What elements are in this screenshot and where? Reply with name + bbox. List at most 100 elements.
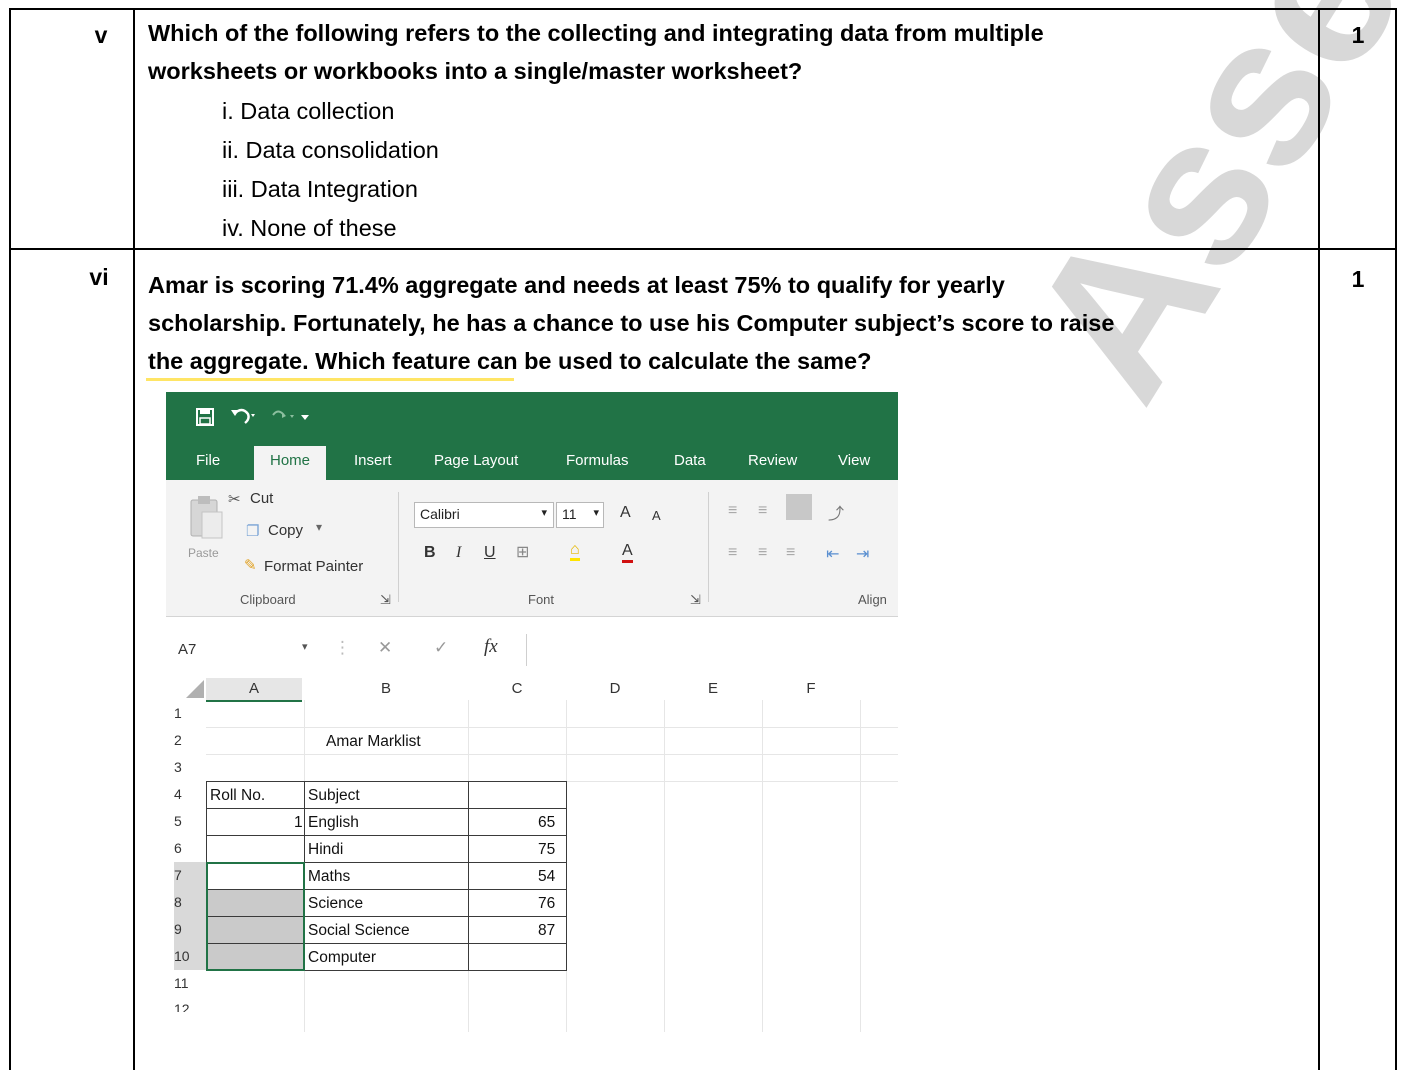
copy-icon[interactable]: ❐ [246,522,259,540]
align-bottom-icon[interactable] [786,494,812,520]
paste-label[interactable]: Paste [188,546,219,560]
italic-button[interactable]: I [456,544,461,562]
ribbon-tabs: File Home Insert Page Layout Formulas Da… [166,444,898,480]
excel-title-bar [166,392,898,444]
active-cell-border[interactable] [206,862,305,971]
tab-data[interactable]: Data [674,452,706,469]
question-marks: 1 [1351,266,1365,292]
cell-b5[interactable]: English [308,814,359,832]
column-header-e[interactable]: E [664,678,762,700]
cell-a4[interactable]: Roll No. [210,787,265,805]
row-header[interactable]: 5 [174,808,206,835]
font-group-label: Font [528,592,555,607]
underline-button[interactable]: U [484,544,496,562]
font-family-select[interactable]: Calibri ▾ [414,502,554,528]
question-marks: 1 [1351,22,1365,48]
cell-c6[interactable]: 75 [538,841,555,859]
ribbon-separator [708,492,709,602]
decrease-indent-icon[interactable]: ⇤ [826,544,839,564]
formula-input[interactable] [526,634,898,666]
format-painter-icon[interactable]: ✎ [244,556,257,574]
table-right-border [1395,8,1397,1070]
tab-home[interactable]: Home [254,446,327,480]
table-border [206,835,566,836]
ribbon-separator [398,492,399,602]
grow-font-button[interactable]: A [620,504,631,522]
align-middle-icon[interactable]: ≡ [758,502,767,520]
copy-dropdown-icon[interactable]: ▾ [316,520,322,534]
row-header[interactable]: 9 [174,916,206,943]
tab-formulas[interactable]: Formulas [566,452,629,469]
orientation-icon[interactable]: ⤴ [828,500,844,524]
copy-button[interactable]: Copy [268,522,303,539]
cell-c7[interactable]: 54 [538,868,555,886]
tab-view[interactable]: View [838,452,870,469]
row-header[interactable]: 7 [174,862,206,889]
cell-b8[interactable]: Science [308,895,363,913]
column-header-d[interactable]: D [566,678,664,700]
cut-button[interactable]: Cut [250,490,273,507]
cell-a5[interactable]: 1 [294,814,303,832]
chevron-down-icon: ▾ [541,507,547,519]
align-left-icon[interactable]: ≡ [728,544,737,562]
row-header[interactable]: 2 [174,727,206,754]
undo-icon[interactable] [230,406,256,426]
excel-screenshot: File Home Insert Page Layout Formulas Da… [166,392,898,1032]
align-right-icon[interactable]: ≡ [786,544,795,562]
insert-function-button[interactable]: fx [484,636,498,658]
row-header[interactable]: 12 [174,1000,206,1012]
customize-icon[interactable] [300,414,310,422]
enter-icon[interactable]: ✓ [434,638,448,658]
tab-page-layout[interactable]: Page Layout [434,452,518,469]
cell-c5[interactable]: 65 [538,814,555,832]
row-header[interactable]: 4 [174,781,206,808]
row-header[interactable]: 3 [174,754,206,781]
format-painter-button[interactable]: Format Painter [264,558,363,575]
cell-c8[interactable]: 76 [538,895,555,913]
bold-button[interactable]: B [424,544,436,562]
font-launcher-icon[interactable]: ⇲ [690,592,701,608]
column-header-f[interactable]: F [762,678,860,700]
cell-b10[interactable]: Computer [308,949,376,967]
ribbon: Paste ✂ Cut ❐ Copy ▾ ✎ Format Painter Cl… [166,480,898,617]
column-header-a[interactable]: A [206,678,302,702]
row-header[interactable]: 10 [174,943,206,970]
name-box-dropdown-icon[interactable]: ▾ [302,640,308,653]
row-header[interactable]: 6 [174,835,206,862]
cell-b4[interactable]: Subject [308,787,360,805]
name-box[interactable]: A7 [172,635,306,665]
tab-file[interactable]: File [196,452,220,469]
font-color-button[interactable]: A [622,542,633,563]
cancel-icon[interactable]: ✕ [378,638,392,658]
borders-icon[interactable]: ⊞ [516,542,529,562]
column-header-c[interactable]: C [468,678,566,700]
question-text: Which of the following refers to the col… [148,14,1044,90]
font-size-select[interactable]: 11 ▾ [556,502,604,528]
shrink-font-button[interactable]: A [652,508,661,523]
select-all-icon[interactable] [172,678,206,700]
cell-b7[interactable]: Maths [308,868,350,886]
align-top-icon[interactable]: ≡ [728,502,737,520]
column-header-b[interactable]: B [304,678,468,700]
question-line: Which of the following refers to the col… [148,20,1044,46]
cell-c9[interactable]: 87 [538,922,555,940]
align-center-icon[interactable]: ≡ [758,544,767,562]
row-header[interactable]: 11 [174,970,206,997]
cell-b6[interactable]: Hindi [308,841,343,859]
question-line: scholarship. Fortunately, he has a chanc… [148,310,1115,336]
increase-indent-icon[interactable]: ⇥ [856,544,869,564]
cell-b2[interactable]: Amar Marklist [326,733,421,751]
cell-b9[interactable]: Social Science [308,922,410,940]
paste-icon[interactable] [188,494,224,540]
clipboard-launcher-icon[interactable]: ⇲ [380,592,391,608]
redo-icon[interactable] [270,407,296,425]
fill-color-icon[interactable]: ⌂ [570,542,580,561]
tab-insert[interactable]: Insert [354,452,392,469]
save-icon[interactable] [196,408,214,426]
row-header[interactable]: 8 [174,889,206,916]
gridline [206,727,898,728]
scissors-icon[interactable]: ✂ [228,490,241,508]
table-top-border [9,8,1397,10]
row-header[interactable]: 1 [174,700,206,727]
tab-review[interactable]: Review [748,452,797,469]
